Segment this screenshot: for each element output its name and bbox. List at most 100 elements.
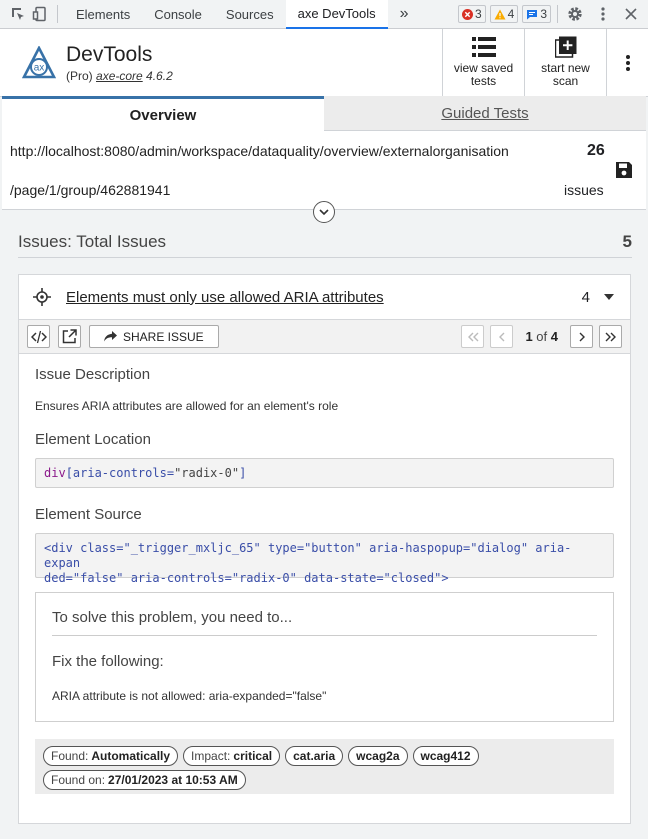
axe-menu-icon[interactable]	[606, 29, 648, 96]
messages-count: 3	[540, 7, 547, 21]
issues-total: 5	[622, 232, 632, 251]
next-page-button[interactable]	[570, 325, 593, 348]
chevron-left-icon	[498, 332, 505, 341]
toolbar-divider	[57, 5, 58, 23]
tab-sources[interactable]: Sources	[214, 0, 286, 29]
location-value: "radix-0"	[174, 466, 240, 480]
highlight-element-icon[interactable]	[32, 287, 52, 307]
errors-count: 3	[474, 7, 482, 21]
tab-elements[interactable]: Elements	[64, 0, 142, 29]
errors-badge[interactable]: 3	[457, 5, 486, 23]
error-icon	[461, 8, 473, 20]
brand: ax DevTools (Pro) axe-core 4.6.2	[0, 29, 442, 96]
gear-icon[interactable]	[564, 3, 586, 25]
double-chevron-left-icon	[467, 332, 479, 341]
tab-console[interactable]: Console	[142, 0, 214, 29]
pager-status: 1 of 4	[525, 329, 558, 344]
tag-value: cat.aria	[293, 749, 336, 763]
message-icon	[527, 9, 538, 19]
description-heading: Issue Description	[35, 366, 151, 383]
double-chevron-right-icon	[605, 332, 616, 341]
caret-down-icon[interactable]	[604, 294, 614, 300]
tag-value: wcag2a	[356, 749, 400, 763]
code-icon	[30, 330, 47, 343]
inspect-code-button[interactable]	[27, 325, 50, 348]
fix-box: To solve this problem, you need to... Fi…	[35, 592, 614, 722]
devtools-toolbar: Elements Console Sources axe DevTools » …	[0, 0, 648, 29]
warning-icon	[494, 9, 506, 19]
share-issue-button[interactable]: SHARE ISSUE	[89, 325, 219, 348]
more-tabs-icon[interactable]: »	[388, 0, 421, 29]
issue-badges[interactable]: 3 4 3	[457, 5, 551, 23]
fix-divider	[52, 635, 597, 636]
save-icon[interactable]	[615, 161, 633, 179]
tag-value: 27/01/2023 at 10:53 AM	[108, 773, 238, 787]
messages-badge[interactable]: 3	[522, 5, 551, 23]
issues-title: Issues: Total Issues	[18, 232, 167, 251]
last-page-button[interactable]	[599, 325, 622, 348]
first-page-button[interactable]	[461, 325, 485, 348]
location-heading: Element Location	[35, 431, 151, 448]
issue-tags: Found: Automatically Impact: critical cat.…	[35, 739, 614, 794]
axe-logo-icon: ax	[22, 45, 56, 78]
inspect-element-icon[interactable]	[7, 3, 29, 25]
kebab-menu-icon[interactable]	[592, 3, 614, 25]
tag-value: Automatically	[91, 749, 171, 763]
add-scan-icon	[554, 36, 576, 58]
location-selector: div	[44, 466, 66, 480]
tab-axe-devtools[interactable]: axe DevTools	[285, 0, 388, 29]
tag-label: Impact:	[191, 749, 231, 763]
external-link-icon	[62, 329, 77, 344]
tag-wcag412: wcag412	[412, 746, 479, 766]
issue-instance-count: 4	[581, 288, 590, 306]
element-location[interactable]: div[aria-controls="radix-0"]	[35, 458, 614, 488]
view-saved-label-2: tests	[470, 74, 497, 88]
solve-heading: To solve this problem, you need to...	[52, 609, 293, 626]
description-text: Ensures ARIA attributes are allowed for …	[35, 399, 339, 413]
device-toolbar-icon[interactable]	[29, 3, 51, 25]
warnings-badge[interactable]: 4	[489, 5, 519, 23]
location-close: ]	[239, 466, 247, 480]
collapse-summary-icon[interactable]	[313, 201, 335, 223]
tab-guided-tests[interactable]: Guided Tests	[324, 96, 646, 131]
start-new-label-2: scan	[552, 74, 579, 88]
issue-card: Elements must only use allowed ARIA attr…	[18, 274, 631, 824]
edition-label: (Pro)	[66, 68, 93, 83]
tag-found: Found: Automatically	[43, 746, 179, 766]
version-label: 4.6.2	[146, 68, 173, 83]
scanned-url-line-1: http://localhost:8080/admin/workspace/da…	[10, 143, 509, 159]
tag-category: cat.aria	[285, 746, 344, 766]
view-saved-tests-button[interactable]: view saved tests	[442, 29, 524, 96]
scan-summary: http://localhost:8080/admin/workspace/da…	[2, 131, 646, 210]
chevron-right-icon	[579, 332, 585, 341]
warnings-count: 4	[507, 7, 515, 21]
tag-label: Found on:	[51, 773, 106, 787]
tab-overview[interactable]: Overview	[2, 96, 324, 131]
pager-current: 1	[525, 329, 533, 344]
tag-wcag2a: wcag2a	[348, 746, 408, 766]
main-tabs: Overview Guided Tests	[2, 96, 646, 131]
issue-header[interactable]: Elements must only use allowed ARIA attr…	[19, 275, 630, 320]
fix-text: ARIA attribute is not allowed: aria-expa…	[52, 689, 327, 703]
tag-value: wcag412	[420, 749, 471, 763]
axe-core-link[interactable]: axe-core	[96, 69, 143, 83]
app-subtitle: (Pro) axe-core 4.6.2	[66, 69, 173, 83]
tag-found-on: Found on: 27/01/2023 at 10:53 AM	[43, 770, 246, 790]
location-attr: [aria-controls=	[65, 466, 175, 480]
element-source[interactable]: <div class="_trigger_mxljc_65" type="but…	[35, 533, 614, 585]
issue-title-link[interactable]: Elements must only use allowed ARIA attr…	[66, 289, 384, 306]
pager-total: 4	[550, 329, 558, 344]
list-icon	[471, 37, 496, 57]
start-new-scan-button[interactable]: start new scan	[524, 29, 606, 96]
issue-count-label: issues	[564, 182, 604, 198]
close-icon[interactable]	[620, 3, 642, 25]
axe-header: ax DevTools (Pro) axe-core 4.6.2 view sa…	[0, 29, 648, 97]
share-issue-label: SHARE ISSUE	[123, 329, 204, 344]
fix-heading: Fix the following:	[52, 653, 164, 670]
tag-value: critical	[233, 749, 273, 763]
scanned-url-line-2: /page/1/group/462881941	[10, 182, 171, 198]
open-external-button[interactable]	[58, 325, 81, 348]
pager-of: of	[536, 329, 548, 344]
prev-page-button[interactable]	[490, 325, 514, 348]
toolbar-divider	[557, 5, 558, 23]
